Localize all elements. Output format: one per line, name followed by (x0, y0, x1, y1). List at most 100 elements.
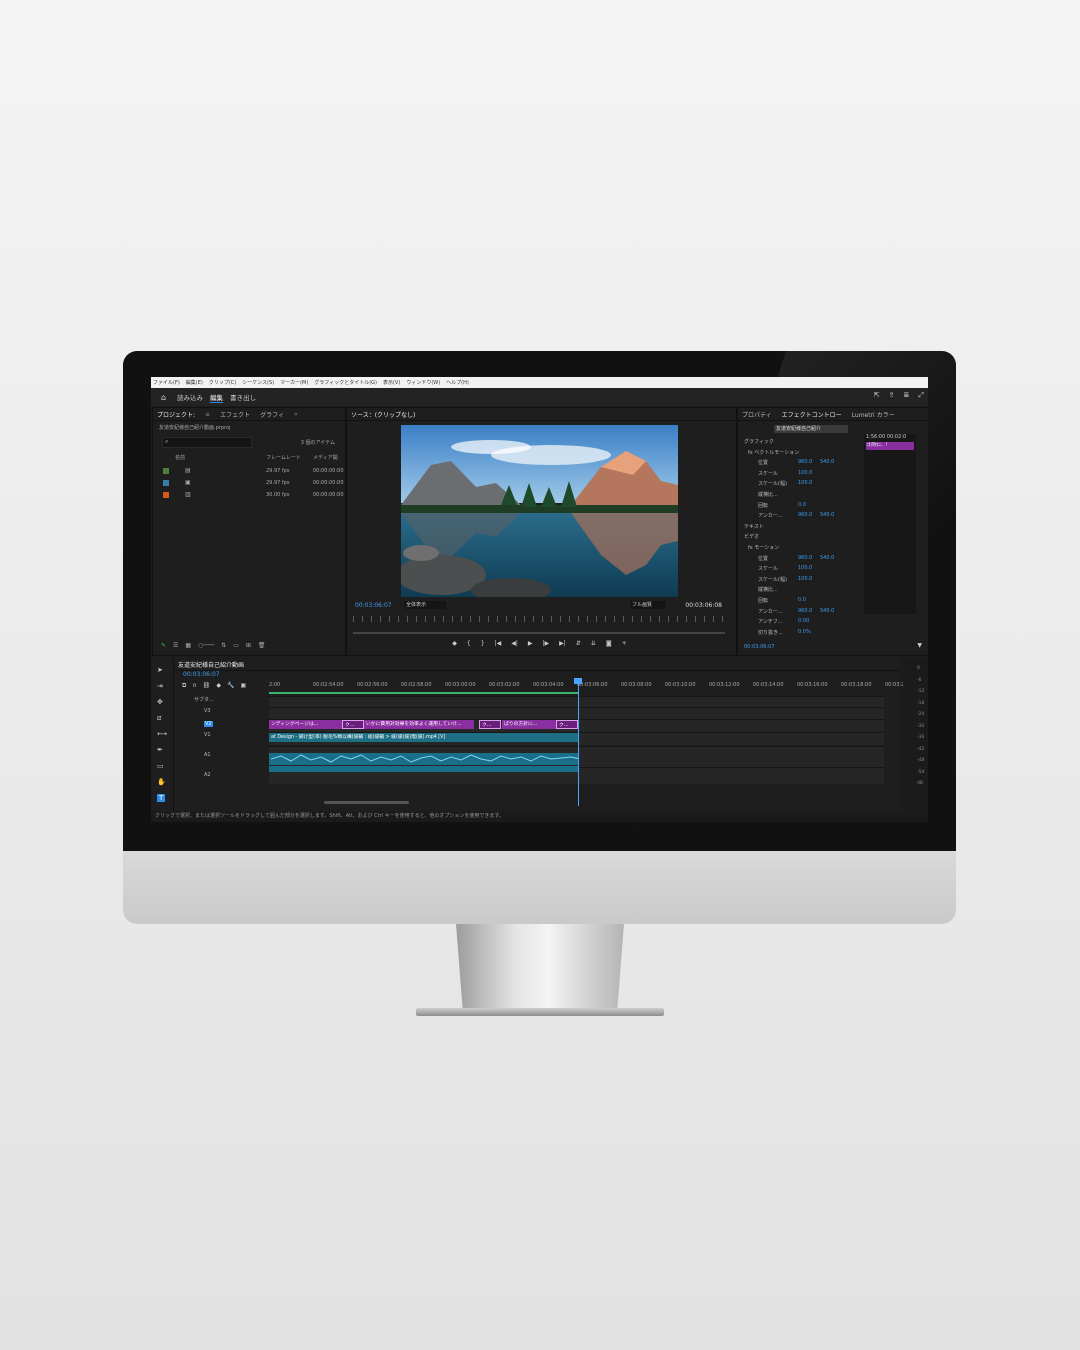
effect-row[interactable]: テキスト (744, 523, 862, 533)
effect-row[interactable]: アンチフ... 0.00 (744, 618, 862, 628)
effect-row[interactable]: 位置 960.0 540.0 (744, 459, 862, 469)
effect-row[interactable]: スケール 100.0 (744, 470, 862, 480)
captions-icon[interactable]: ▣ (240, 682, 246, 690)
more-tabs-icon[interactable]: » (294, 411, 298, 418)
menu-clip[interactable]: クリップ(C) (209, 379, 236, 386)
menu-file[interactable]: ファイル(F) (153, 379, 180, 386)
mark-in-icon[interactable]: { (467, 640, 471, 652)
effect-row[interactable]: fx モーション (744, 544, 862, 554)
tab-edit[interactable]: 編集 (210, 392, 223, 403)
slip-tool-icon[interactable]: ⟷ (157, 730, 167, 738)
hand-tool-icon[interactable]: ✋ (157, 778, 166, 786)
effect-row[interactable]: アンカー... 960.0 540.0 (744, 608, 862, 618)
effect-value[interactable]: 960.0 (798, 608, 812, 614)
fullscreen-icon[interactable]: ⤢ (918, 391, 924, 400)
menu-sequence[interactable]: シーケンス(S) (242, 379, 274, 386)
clip[interactable]: ンディングページは... (269, 720, 342, 729)
insert-icon[interactable]: ⇵ (576, 640, 581, 652)
effect-value[interactable]: 540.0 (820, 459, 834, 465)
effect-value[interactable]: 0.00 (798, 618, 809, 624)
tab-export[interactable]: 書き出し (230, 392, 256, 402)
camera-icon[interactable]: ◙ (606, 640, 612, 652)
list-view-icon[interactable]: ☰ (173, 642, 178, 649)
clip[interactable]: ク... (556, 720, 578, 729)
new-item-icon[interactable]: ⊞ (246, 642, 251, 649)
menu-view[interactable]: 表示(V) (383, 379, 400, 386)
source-ruler[interactable] (353, 616, 726, 622)
add-marker-icon[interactable]: ◆ (216, 682, 221, 690)
play-icon[interactable]: ▶ (528, 640, 533, 652)
track-v1[interactable]: V1 (204, 732, 211, 738)
list-item[interactable]: ▣ 29.97 fps 00:00:00:00 (163, 478, 344, 489)
clip[interactable]: at Design - 脚け型(率) 脱毛%類以構(緩輔 : 総(緩輔 > 緩(… (269, 733, 578, 742)
effect-row[interactable]: グラフィック (744, 438, 862, 448)
clip[interactable]: ク... (479, 720, 501, 729)
pencil-icon[interactable]: ✎ (161, 642, 166, 649)
track-sub[interactable]: サブタ... (194, 696, 214, 703)
settings-icon[interactable]: 🔧 (227, 682, 234, 690)
timeline-scrollbar[interactable] (324, 801, 409, 804)
effect-value[interactable]: 960.0 (798, 459, 812, 465)
home-icon[interactable]: ⌂ (161, 393, 171, 402)
effect-timecode[interactable]: 00:03:06:07 (744, 644, 775, 650)
effect-row[interactable]: 回転 0.0 (744, 502, 862, 512)
quality-select[interactable]: フル画質 (630, 601, 666, 609)
sequence-tab[interactable]: 友道安紀様自己紹介動画 (178, 660, 244, 669)
effect-value[interactable]: 100.0 (798, 470, 812, 476)
source-scrubber[interactable] (353, 632, 725, 634)
effect-row[interactable]: 縦横比... (744, 586, 862, 596)
effect-row[interactable]: スケール 100.0 (744, 565, 862, 575)
share-icon[interactable]: ⇪ (889, 391, 895, 400)
effect-row[interactable]: 縦横比... (744, 491, 862, 501)
nest-icon[interactable]: ⧉ (182, 682, 186, 690)
effect-row[interactable]: スケール(幅) 100.0 (744, 576, 862, 586)
tab-import[interactable]: 読み込み (177, 392, 203, 402)
zoom-select[interactable]: 全体表示 (404, 601, 446, 609)
effect-value[interactable]: 540.0 (820, 512, 834, 518)
filter-icon[interactable]: ▼ (917, 642, 922, 649)
effect-value[interactable]: 540.0 (820, 555, 834, 561)
track-v2[interactable]: V2 (204, 721, 213, 727)
search-input[interactable]: ⌕ (162, 437, 252, 448)
pen-tool-icon[interactable]: ✒ (157, 746, 163, 754)
tab-lumetri[interactable]: Lumetri カラー (852, 410, 895, 419)
list-item[interactable]: ▤ 29.97 fps 00:00:00:00 (163, 466, 344, 477)
effect-row[interactable]: スケール(幅) 100.0 (744, 480, 862, 490)
mini-clip[interactable]: ゴ(吹に、！ (866, 442, 914, 450)
playhead[interactable] (578, 678, 579, 806)
track-v3[interactable]: V3 (204, 708, 211, 714)
effect-row[interactable]: 切り抜き... 0.0% (744, 629, 862, 639)
effect-row[interactable]: アンカー... 960.0 540.0 (744, 512, 862, 522)
menu-marker[interactable]: マーカー(M) (280, 379, 308, 386)
snap-icon[interactable]: ∩ (192, 682, 196, 690)
track-lane[interactable] (269, 696, 884, 707)
go-to-in-icon[interactable]: |◀ (495, 640, 502, 652)
clip[interactable]: いかに費用対効果を効率よく運用していけ... (364, 720, 474, 729)
track-a1[interactable]: A1 (204, 752, 211, 758)
zoom-slider[interactable]: ○─── (198, 642, 214, 649)
menu-graphics[interactable]: グラフィックとタイトル(G) (314, 379, 377, 386)
clip[interactable]: ばりの方針に... (502, 720, 556, 729)
clip[interactable]: ク... (342, 720, 364, 729)
quick-export-icon[interactable]: ⇱ (874, 391, 880, 400)
effect-value[interactable]: 0.0 (798, 597, 806, 603)
playhead-handle[interactable] (574, 678, 582, 684)
track-a2[interactable]: A2 (204, 772, 211, 778)
trash-icon[interactable]: 🗑 (258, 642, 266, 649)
effect-value[interactable]: 540.0 (820, 608, 834, 614)
effect-row[interactable]: 位置 960.0 540.0 (744, 555, 862, 565)
effect-value[interactable]: 0.0 (798, 502, 806, 508)
audio-clip-a2[interactable] (269, 766, 578, 772)
tab-effects[interactable]: エフェクト (220, 410, 250, 419)
tab-project[interactable]: プロジェクト: (157, 410, 195, 419)
effect-value[interactable]: 0.0% (798, 629, 811, 635)
effect-row[interactable]: ビデオ (744, 533, 862, 543)
go-to-out-icon[interactable]: ▶| (559, 640, 566, 652)
tab-graphics[interactable]: グラフィ (260, 410, 284, 419)
sort-icon[interactable]: ⇅ (221, 642, 226, 649)
ripple-edit-icon[interactable]: ✥ (157, 698, 163, 706)
rectangle-tool-icon[interactable]: ▭ (157, 762, 164, 770)
effect-row[interactable]: fx ベクトルモーション (744, 449, 862, 459)
source-playhead-timecode[interactable]: 00:03:06:07 (355, 602, 392, 609)
track-select-icon[interactable]: ⇥ (157, 682, 163, 690)
